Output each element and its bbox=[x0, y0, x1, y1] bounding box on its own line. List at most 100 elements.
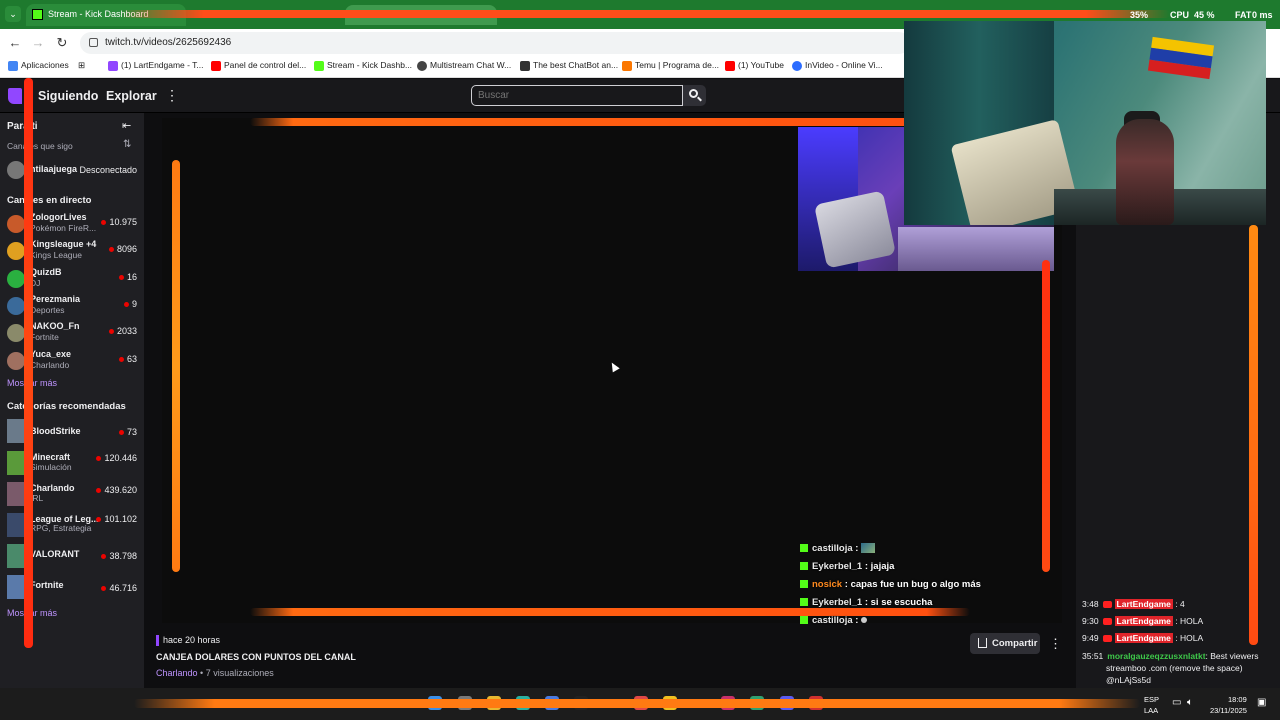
overlay-chat-line: castilloja : bbox=[800, 543, 876, 554]
overlay-chat-line: nosick : capas fue un bug o algo más bbox=[800, 579, 981, 590]
volume-icon[interactable]: 🔈︎ bbox=[1187, 697, 1193, 708]
invideo-icon bbox=[792, 61, 802, 71]
apps-grid-icon[interactable]: ⊞ bbox=[78, 60, 85, 71]
bookmark-chatbot[interactable]: The best ChatBot an... bbox=[520, 60, 618, 71]
webcam-overlay bbox=[904, 21, 1266, 225]
viewer-count: 120.446 bbox=[96, 453, 137, 463]
viewer-count: 2033 bbox=[108, 326, 137, 336]
avatar bbox=[7, 297, 25, 315]
bookmark-invideo[interactable]: InVideo - Online Vi... bbox=[792, 60, 883, 71]
apps-icon bbox=[8, 61, 18, 71]
viewer-count: 8096 bbox=[108, 244, 137, 254]
kick-icon bbox=[800, 580, 808, 589]
live-channel[interactable]: NAKOO_Fn Fortnite 2033 bbox=[0, 320, 144, 346]
category-thumbnail bbox=[7, 419, 25, 443]
live-channel[interactable]: Yuca_exe Charlando 63 bbox=[0, 348, 144, 374]
bookmark-youtube-panel[interactable]: Panel de control del... bbox=[211, 60, 306, 71]
bookmark-kick-dashboard[interactable]: Stream - Kick Dashb... bbox=[314, 60, 412, 71]
url-text: twitch.tv/videos/2625692436 bbox=[105, 37, 232, 48]
network-icon[interactable]: ▭ bbox=[1172, 697, 1181, 708]
avatar bbox=[7, 242, 25, 260]
viewer-count: 46.716 bbox=[101, 583, 137, 593]
category-thumbnail bbox=[7, 544, 25, 568]
viewer-count: 101.102 bbox=[96, 514, 137, 524]
youtube-icon bbox=[1102, 635, 1112, 643]
clock-time[interactable]: 18:09 bbox=[1228, 695, 1247, 704]
overlay-chat-line: castilloja : bbox=[800, 615, 868, 626]
input-language[interactable]: ESP bbox=[1144, 695, 1159, 704]
bookmark-twitch[interactable]: (1) LartEndgame - T... bbox=[108, 60, 204, 71]
clock-date: 23/11/2025 bbox=[1210, 706, 1247, 715]
chat-message: 35:51 moralgauzeqzzusxnlatkt: Best viewer… bbox=[1082, 651, 1259, 661]
followed-heading: Canales que sigo bbox=[7, 141, 73, 151]
notifications-icon[interactable]: ▣ bbox=[1257, 697, 1266, 708]
viewer-count: 38.798 bbox=[101, 551, 137, 561]
avatar bbox=[7, 352, 25, 370]
offline-status: Desconectado bbox=[79, 165, 137, 175]
overlay-chat-line: Eykerbel_1 : jajaja bbox=[800, 561, 894, 572]
overlay-frame-right bbox=[1042, 260, 1050, 572]
category-item[interactable]: Charlando IRL 439.620 bbox=[0, 481, 144, 507]
nav-more-icon[interactable]: ⋮ bbox=[165, 87, 179, 104]
category-thumbnail bbox=[7, 451, 25, 475]
category-item[interactable]: League of Leg... RPG, Estrategia 101.102 bbox=[0, 512, 144, 538]
bookmark-youtube[interactable]: (1) YouTube bbox=[725, 60, 784, 71]
avatar bbox=[7, 324, 25, 342]
multistream-icon bbox=[417, 61, 427, 71]
search-input[interactable] bbox=[471, 85, 683, 106]
collapse-sidebar-icon[interactable]: ⇤ bbox=[122, 119, 131, 132]
sort-icon[interactable]: ⇅ bbox=[123, 139, 131, 150]
fat-value: 0 ms bbox=[1252, 10, 1273, 20]
viewer-count: 73 bbox=[118, 427, 137, 437]
screen: ⌄ Stream - Kick Dashboard 35% CPU 45 % F… bbox=[0, 0, 1280, 720]
avatar bbox=[7, 215, 25, 233]
nav-following[interactable]: Siguiendo bbox=[38, 89, 98, 103]
live-channel[interactable]: Kingsleague +4 Kings League 8096 bbox=[0, 238, 144, 264]
emote-icon bbox=[861, 543, 876, 554]
followed-channel[interactable]: ntilaajuega Desconectado bbox=[0, 157, 144, 183]
live-channel[interactable]: ZologorLives Pokémon FireR... 10.975 bbox=[0, 211, 144, 237]
category-item[interactable]: VALORANT 38.798 bbox=[0, 543, 144, 569]
viewer-count: 16 bbox=[118, 272, 137, 282]
forward-icon[interactable]: → bbox=[29, 34, 47, 52]
bookmark-apps[interactable]: Aplicaciones bbox=[8, 60, 69, 71]
viewer-count: 10.975 bbox=[101, 217, 137, 227]
live-channel[interactable]: QuizdB DJ 16 bbox=[0, 266, 144, 292]
youtube-icon bbox=[1102, 618, 1112, 626]
input-language-sub: LAA bbox=[1144, 706, 1159, 715]
cpu-value: 45 % bbox=[1194, 10, 1215, 20]
stat-pct: 35% bbox=[1130, 10, 1149, 20]
live-channel[interactable]: Perezmania Deportes 9 bbox=[0, 293, 144, 319]
kick-icon bbox=[800, 562, 808, 571]
site-info-icon[interactable] bbox=[89, 38, 98, 47]
video-more-icon[interactable]: ⋮ bbox=[1049, 636, 1062, 652]
bookmark-temu[interactable]: Temu | Programa de... bbox=[622, 60, 719, 71]
url-input[interactable]: twitch.tv/videos/2625692436 bbox=[80, 32, 910, 54]
twitch-logo-icon[interactable] bbox=[8, 88, 22, 104]
kick-icon bbox=[800, 544, 808, 553]
overlay-chat-line: Eykerbel_1 : si se escucha bbox=[800, 597, 932, 608]
live-dot-icon bbox=[96, 517, 102, 523]
category-item[interactable]: BloodStrike 73 bbox=[0, 418, 144, 444]
category-thumbnail bbox=[7, 482, 25, 506]
live-dot-icon bbox=[123, 302, 129, 308]
video-category-link[interactable]: Charlando bbox=[156, 668, 198, 678]
temu-icon bbox=[622, 61, 632, 71]
share-button[interactable]: Compartir bbox=[970, 633, 1040, 654]
chat-message: 9:30 LartEndgame : HOLA bbox=[1082, 616, 1204, 626]
tab-search-icon[interactable]: ⌄ bbox=[5, 6, 21, 22]
bookmark-multistream[interactable]: Multistream Chat W... bbox=[417, 60, 511, 71]
live-dot-icon bbox=[101, 586, 107, 592]
search-button[interactable] bbox=[683, 85, 706, 106]
chat-message-cont: @nLAjSs5d bbox=[1106, 675, 1152, 685]
live-dot-icon bbox=[101, 220, 107, 226]
category-item[interactable]: Fortnite 46.716 bbox=[0, 574, 144, 600]
nav-browse[interactable]: Explorar bbox=[106, 89, 157, 103]
live-dot-icon bbox=[118, 357, 124, 363]
chat-message-cont: streamboo .com (remove the space) bbox=[1106, 663, 1243, 673]
category-item[interactable]: Minecraft Simulación 120.446 bbox=[0, 450, 144, 476]
live-dot-icon bbox=[96, 488, 102, 494]
back-icon[interactable]: ← bbox=[6, 34, 24, 52]
reload-icon[interactable]: ↻ bbox=[53, 34, 71, 52]
chatbot-icon bbox=[520, 61, 530, 71]
